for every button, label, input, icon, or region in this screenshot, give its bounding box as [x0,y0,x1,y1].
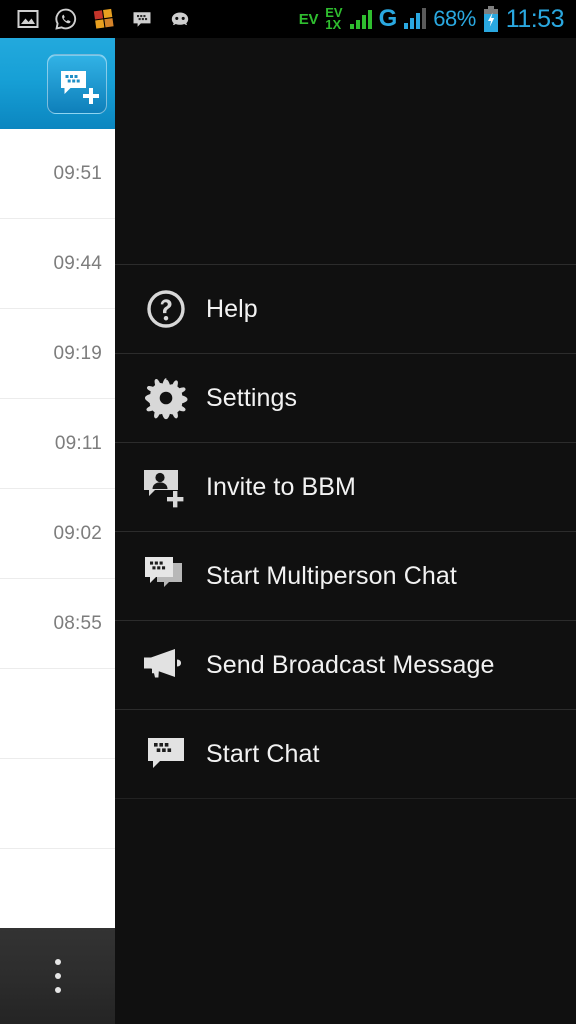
chat-timestamp: 09:51 [53,162,102,184]
status-bar-system-icons: EV EV 1X G 68% 11:53 [299,5,576,34]
status-bar-notification-icons [0,7,192,31]
menu-item-start-chat[interactable]: Start Chat [115,710,576,799]
menu-item-start-multiperson-chat[interactable]: Start Multiperson Chat [115,532,576,621]
person-add-icon [138,463,194,511]
gear-icon [138,374,194,422]
multi-chat-icon [138,552,194,600]
overflow-menu-icon[interactable] [54,959,61,993]
chat-bubble-icon [138,730,194,778]
carrier-letter: G [378,5,398,32]
chat-timestamp: 09:02 [53,522,102,544]
network-ev1x-label: EV 1X [325,5,343,32]
chat-timestamp: 09:19 [53,342,102,364]
network-ev-label: EV [298,10,319,28]
menu-item-list: Help Settings Invite to BBM Start Multip… [115,264,576,799]
menu-item-label: Start Multiperson Chat [206,561,457,590]
menu-item-label: Send Broadcast Message [206,650,495,679]
chat-timestamp: 09:11 [54,432,102,454]
bbm-add-chat-icon[interactable] [47,53,107,114]
megaphone-icon [138,641,194,689]
battery-percent-label: 68% [433,6,476,31]
chat-list-sidebar: 09:51 09:44 09:19 09:11 09:02 08:55 [0,38,115,1024]
chat-list-item[interactable]: 09:11 [0,399,115,489]
data-signal-bars-icon [349,9,372,29]
bottom-action-bar [0,928,115,1024]
gallery-icon [16,7,40,31]
robot-face-icon [168,7,192,31]
chat-list-item[interactable]: 09:19 [0,309,115,399]
bbm-icon [130,7,154,31]
chat-timestamp: 08:55 [53,612,102,634]
chat-list-item[interactable]: 09:44 [0,219,115,309]
chat-list-item[interactable]: 09:51 [0,129,115,219]
menu-item-label: Invite to BBM [206,472,356,501]
chat-list-item[interactable] [0,759,115,849]
whatsapp-icon [54,7,78,31]
chat-list-item[interactable]: 08:55 [0,579,115,669]
microsoft-squares-icon [92,7,116,31]
battery-charging-icon [483,6,499,32]
menu-item-invite-to-bbm[interactable]: Invite to BBM [115,443,576,532]
chat-list-item[interactable] [0,669,115,759]
cell-signal-bars-icon [404,8,427,29]
clock: 11:53 [505,4,565,33]
menu-item-label: Help [206,294,258,323]
chat-timestamp: 09:44 [53,252,102,274]
menu-item-label: Settings [206,383,298,412]
overflow-menu-panel: Help Settings Invite to BBM Start Multip… [115,38,576,1024]
menu-item-settings[interactable]: Settings [115,354,576,443]
status-bar: EV EV 1X G 68% 11:53 [0,0,576,38]
chat-row-list: 09:51 09:44 09:19 09:11 09:02 08:55 [0,129,115,849]
sidebar-header [0,38,115,129]
menu-item-send-broadcast-message[interactable]: Send Broadcast Message [115,621,576,710]
phone-screen: EV EV 1X G 68% 11:53 09:51 09:44 09:19 0… [0,0,576,1024]
menu-item-label: Start Chat [206,739,320,768]
help-circle-icon [138,285,194,333]
chat-list-item[interactable]: 09:02 [0,489,115,579]
menu-item-help[interactable]: Help [115,265,576,354]
